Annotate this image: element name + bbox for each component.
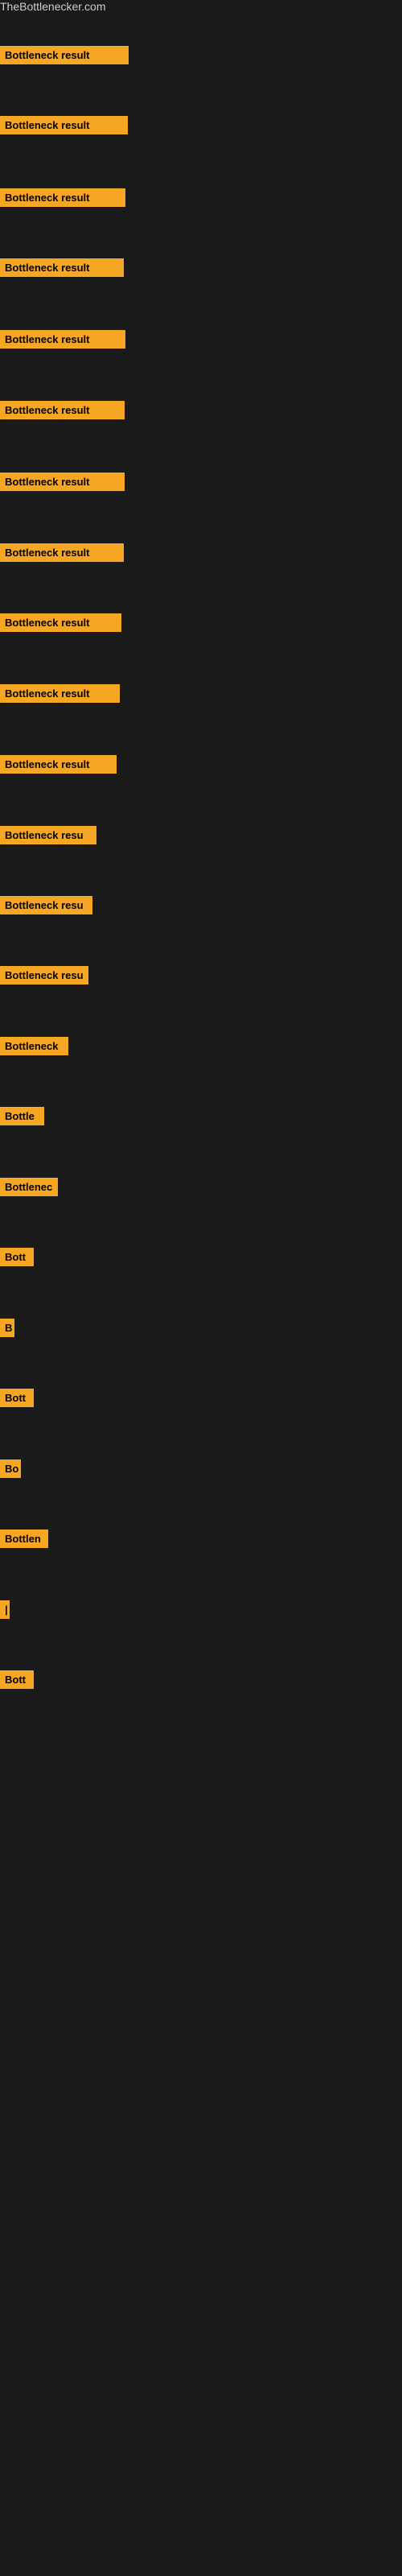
- bottleneck-bar-23: Bott: [0, 1670, 34, 1689]
- bottleneck-bar-5: Bottleneck result: [0, 401, 125, 419]
- bottleneck-bar-16: Bottlenec: [0, 1178, 58, 1196]
- bottleneck-bar-11: Bottleneck resu: [0, 826, 96, 844]
- bottleneck-bar-13: Bottleneck resu: [0, 966, 88, 985]
- bottleneck-bar-1: Bottleneck result: [0, 116, 128, 134]
- bottleneck-bar-7: Bottleneck result: [0, 543, 124, 562]
- bottleneck-bar-14: Bottleneck: [0, 1037, 68, 1055]
- bottleneck-bar-15: Bottle: [0, 1107, 44, 1125]
- bottleneck-bar-6: Bottleneck result: [0, 473, 125, 491]
- bottleneck-bar-22: |: [0, 1600, 10, 1619]
- bottleneck-bar-21: Bottlen: [0, 1530, 48, 1548]
- bottleneck-bar-10: Bottleneck result: [0, 755, 117, 774]
- bottleneck-bar-3: Bottleneck result: [0, 258, 124, 277]
- bottleneck-bar-4: Bottleneck result: [0, 330, 125, 349]
- bottleneck-bar-0: Bottleneck result: [0, 46, 129, 64]
- site-title: TheBottlenecker.com: [0, 0, 106, 19]
- bottleneck-bar-19: Bott: [0, 1389, 34, 1407]
- bottleneck-bar-12: Bottleneck resu: [0, 896, 92, 914]
- bottleneck-bar-18: B: [0, 1319, 14, 1337]
- bottleneck-bar-17: Bott: [0, 1248, 34, 1266]
- bottleneck-bar-8: Bottleneck result: [0, 613, 121, 632]
- bottleneck-bar-2: Bottleneck result: [0, 188, 125, 207]
- bottleneck-bar-20: Bo: [0, 1459, 21, 1478]
- bottleneck-bar-9: Bottleneck result: [0, 684, 120, 703]
